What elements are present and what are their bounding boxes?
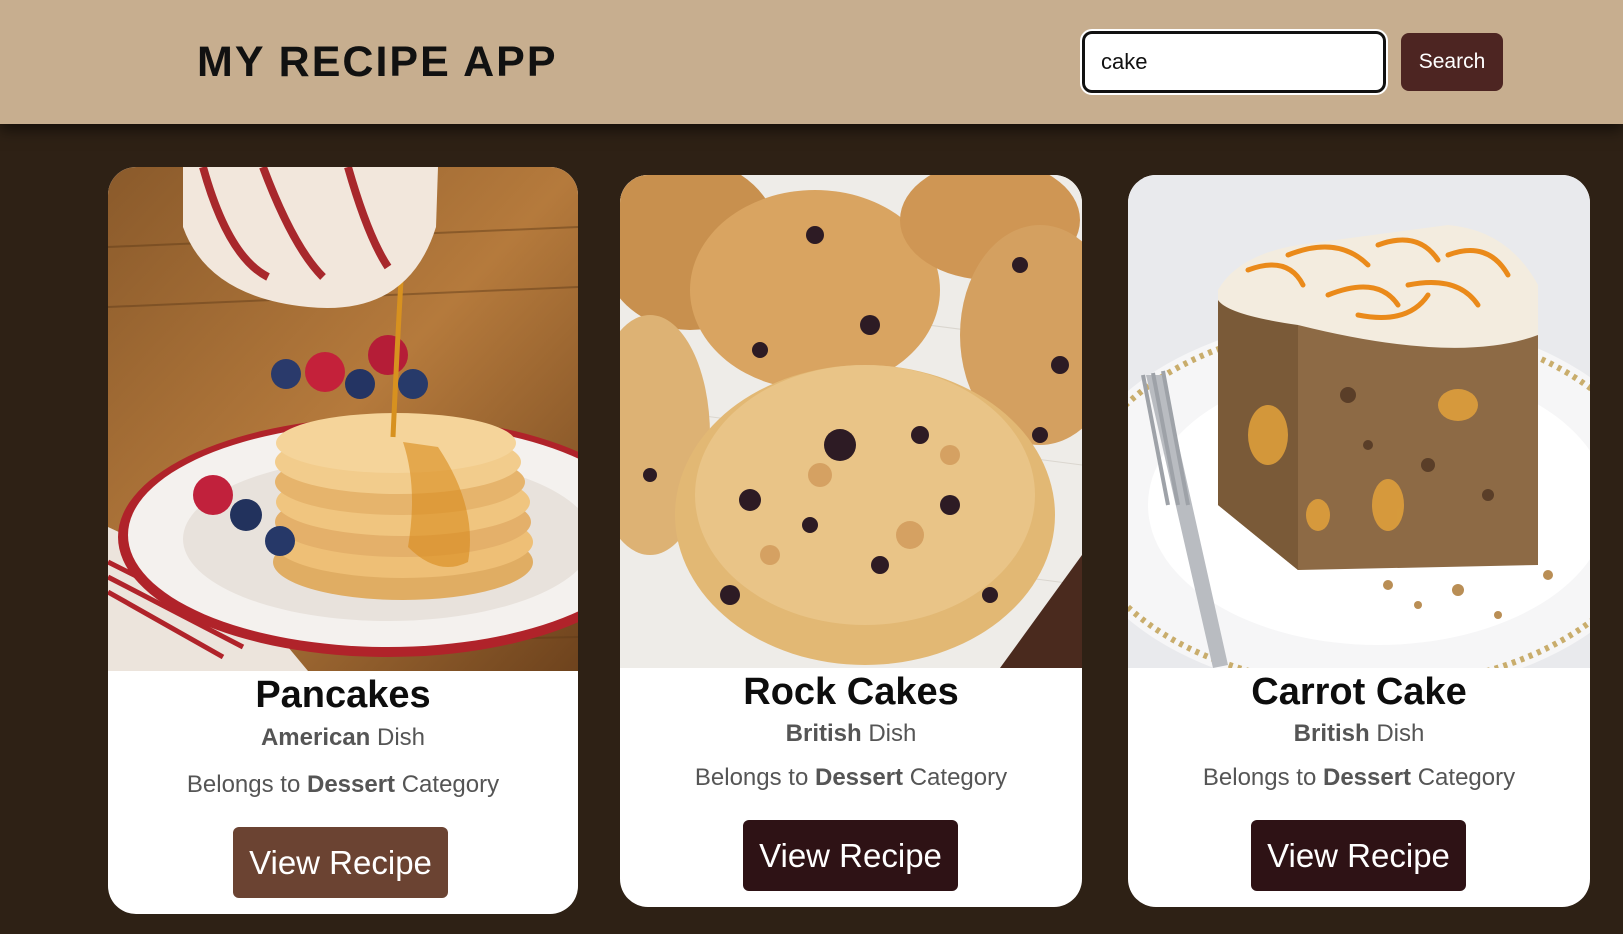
recipe-area: American Dish xyxy=(108,724,578,752)
category-suffix: Category xyxy=(909,764,1008,791)
category-prefix: Belongs to xyxy=(1202,764,1317,791)
search-input[interactable] xyxy=(1080,29,1388,95)
view-recipe-button[interactable]: View Recipe xyxy=(233,827,448,898)
recipe-title: Carrot Cake xyxy=(1251,671,1467,713)
recipe-card-carrot-cake: Carrot Cake British Dish Belongs to Dess… xyxy=(1128,175,1590,907)
recipe-area: British Dish xyxy=(620,720,1082,748)
category-name: Dessert xyxy=(306,771,396,798)
recipe-category: Belongs to Dessert Category xyxy=(1128,764,1590,792)
recipe-title: Rock Cakes xyxy=(743,671,959,713)
category-name: Dessert xyxy=(814,764,904,791)
search-button[interactable]: Search xyxy=(1401,33,1503,91)
category-suffix: Category xyxy=(1417,764,1516,791)
carrot-cake-photo xyxy=(1128,175,1590,668)
area-name: British xyxy=(1293,720,1370,747)
pancakes-photo xyxy=(108,167,578,671)
app-title: MY RECIPE APP xyxy=(197,38,558,86)
category-prefix: Belongs to xyxy=(186,771,301,798)
category-suffix: Category xyxy=(401,771,500,798)
recipe-category: Belongs to Dessert Category xyxy=(108,771,578,799)
category-name: Dessert xyxy=(1322,764,1412,791)
app-header: MY RECIPE APP Search xyxy=(0,0,1623,124)
recipe-area: British Dish xyxy=(1128,720,1590,748)
recipe-category: Belongs to Dessert Category xyxy=(620,764,1082,792)
area-suffix: Dish xyxy=(377,724,426,751)
recipe-card-rock-cakes: Rock Cakes British Dish Belongs to Desse… xyxy=(620,175,1082,907)
recipe-card-pancakes: Pancakes American Dish Belongs to Desser… xyxy=(108,167,578,914)
area-name: British xyxy=(785,720,862,747)
recipe-title: Pancakes xyxy=(255,674,431,716)
view-recipe-button[interactable]: View Recipe xyxy=(743,820,958,891)
area-name: American xyxy=(260,724,371,751)
area-suffix: Dish xyxy=(1376,720,1425,747)
view-recipe-button[interactable]: View Recipe xyxy=(1251,820,1466,891)
area-suffix: Dish xyxy=(868,720,917,747)
rock-cakes-photo xyxy=(620,175,1082,668)
category-prefix: Belongs to xyxy=(694,764,809,791)
